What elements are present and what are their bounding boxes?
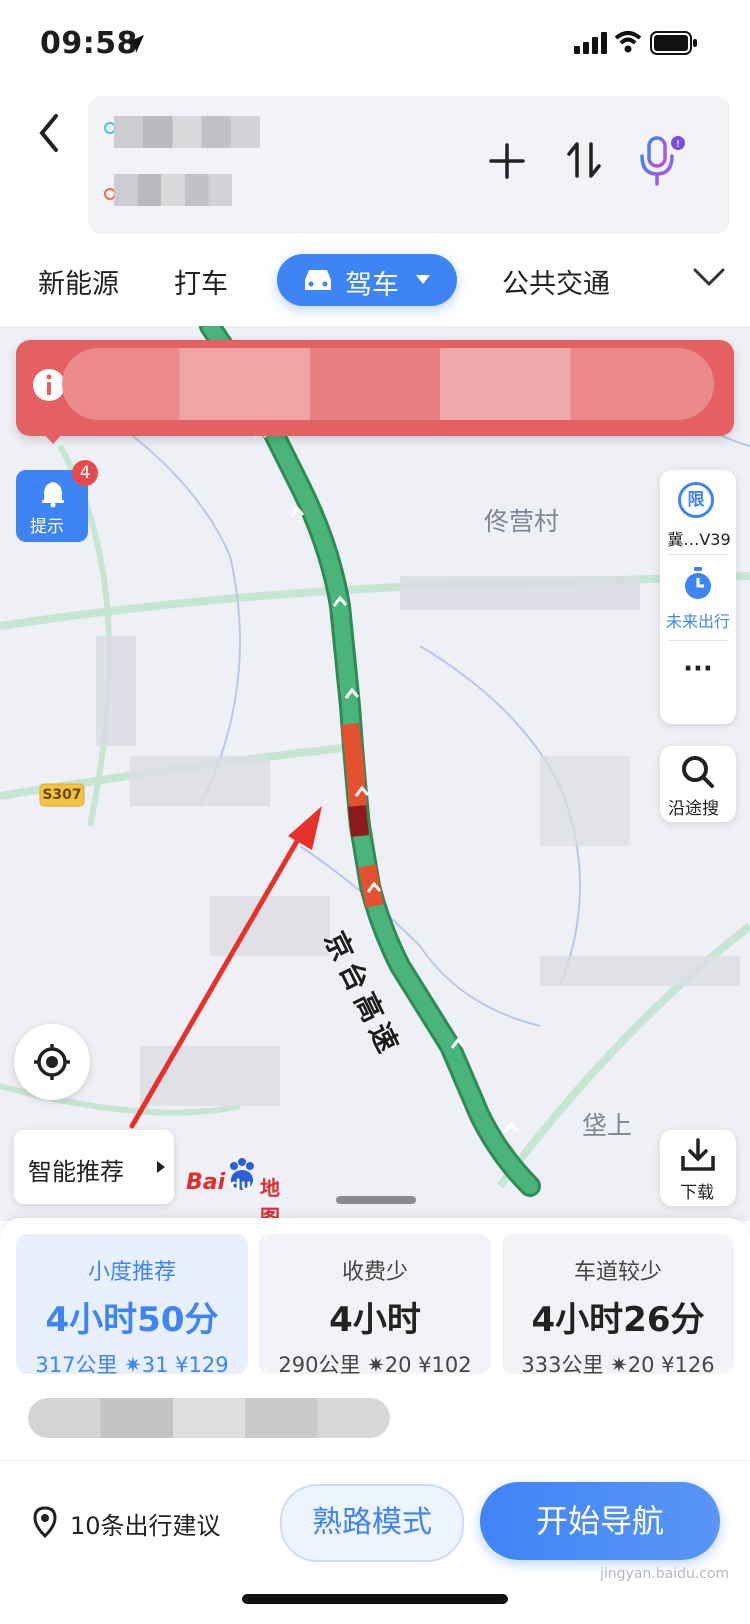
- route-label: 收费少: [341, 1260, 408, 1285]
- route-card-fewer-lanes[interactable]: 车道较少 4小时26分 333公里 ✷20 ¥126: [502, 1234, 734, 1377]
- locate-button[interactable]: [14, 1024, 90, 1100]
- restriction-plate-text[interactable]: 冀…V39: [664, 526, 734, 550]
- logo-text-bai: Bai: [186, 1170, 226, 1195]
- location-arrow-icon: [126, 35, 144, 53]
- logo-text-du: du: [230, 1176, 252, 1194]
- search-along-button[interactable]: 沿途搜: [660, 746, 736, 822]
- tips-badge: 4: [72, 460, 98, 486]
- voice-mic-icon[interactable]: !: [636, 134, 688, 188]
- route-duration: 4小时50分: [45, 1300, 219, 1340]
- restriction-icon[interactable]: 限: [678, 482, 714, 518]
- search-icon: [682, 756, 714, 788]
- route-distance: 317公里: [35, 1353, 118, 1377]
- route-toll: ¥102: [418, 1353, 472, 1377]
- alert-pointer: [42, 432, 64, 444]
- route-details: 333公里 ✷20 ¥126: [502, 1349, 734, 1379]
- stopwatch-icon[interactable]: [682, 566, 714, 600]
- traffic-light-icon: ✷: [124, 1353, 142, 1377]
- chevron-down-icon[interactable]: [692, 266, 726, 290]
- route-card-recommended[interactable]: 小度推荐 4小时50分 317公里 ✷31 ¥129: [16, 1234, 248, 1377]
- swap-route-icon[interactable]: [566, 140, 602, 180]
- caret-right-icon: [157, 1161, 165, 1173]
- route-distance: 333公里: [521, 1353, 604, 1377]
- svg-text:!: !: [676, 139, 680, 150]
- smart-recommend-button[interactable]: 智能推荐: [14, 1130, 174, 1204]
- back-button[interactable]: [30, 108, 70, 158]
- search-along-label: 沿途搜: [668, 799, 719, 819]
- route-label: 车道较少: [573, 1260, 662, 1285]
- tab-taxi[interactable]: 打车: [174, 262, 228, 301]
- traffic-light-icon: ✷: [367, 1353, 385, 1377]
- route-duration: 4小时: [329, 1300, 421, 1340]
- start-navigation-button[interactable]: 开始导航: [480, 1482, 720, 1560]
- route-lights: 31: [141, 1353, 169, 1377]
- caret-down-icon: [416, 275, 430, 284]
- map-view[interactable]: S307 佟营村 垡上 京台高速: [0, 326, 750, 1221]
- route-duration: 4小时26分: [531, 1300, 705, 1340]
- transport-tabs: 新能源 打车 驾车 公共交通: [0, 246, 750, 326]
- end-location-field[interactable]: [114, 174, 232, 206]
- more-icon[interactable]: ···: [660, 654, 736, 684]
- tab-drive-label: 驾车: [345, 270, 399, 301]
- route-lights: 20: [627, 1353, 655, 1377]
- sheet-handle[interactable]: [336, 1196, 416, 1204]
- route-lights: 20: [384, 1353, 412, 1377]
- tips-label: 提示: [30, 517, 64, 537]
- traffic-alert-banner[interactable]: [16, 340, 734, 444]
- travel-suggestions-link[interactable]: 10条出行建议: [70, 1506, 221, 1541]
- status-bar: 09:58: [0, 0, 750, 90]
- route-label: 小度推荐: [87, 1260, 176, 1285]
- crosshair-icon: [34, 1044, 70, 1080]
- download-label: 下载: [680, 1183, 714, 1203]
- battery-icon: [650, 31, 697, 55]
- route-toll: ¥126: [661, 1353, 715, 1377]
- signal-icon: [574, 32, 607, 54]
- download-button[interactable]: 下载: [660, 1130, 736, 1206]
- annotation-arrow: [129, 806, 322, 1129]
- start-location-field[interactable]: [114, 116, 260, 148]
- divider: [668, 640, 728, 641]
- route-distance: 290公里: [278, 1353, 361, 1377]
- tab-public-transit[interactable]: 公共交通: [502, 262, 610, 301]
- location-pin-icon: [33, 1506, 57, 1538]
- footer-divider: [0, 1460, 750, 1461]
- add-waypoint-icon[interactable]: [488, 142, 526, 180]
- route-details: 290公里 ✷20 ¥102: [259, 1349, 491, 1379]
- route-description-blurred: [28, 1398, 390, 1438]
- bell-icon: [42, 482, 64, 508]
- traffic-light-icon: ✷: [610, 1353, 628, 1377]
- route-input-box[interactable]: !: [88, 96, 730, 234]
- car-icon: [305, 270, 331, 290]
- smart-recommend-label: 智能推荐: [28, 1158, 124, 1186]
- route-toll: ¥129: [175, 1353, 229, 1377]
- alert-text-blurred: [62, 348, 714, 420]
- familiar-route-mode-button[interactable]: 熟路模式: [280, 1484, 464, 1562]
- info-icon: [33, 369, 65, 401]
- map-side-panel: 限 冀…V39 未来出行 ···: [660, 470, 736, 724]
- route-details: 317公里 ✷31 ¥129: [16, 1349, 248, 1379]
- wifi-icon: [614, 31, 642, 53]
- tab-drive[interactable]: 驾车: [277, 254, 457, 306]
- route-card-less-toll[interactable]: 收费少 4小时 290公里 ✷20 ¥102: [259, 1234, 491, 1377]
- route-sheet: 小度推荐 4小时50分 317公里 ✷31 ¥129 收费少 4小时 290公里…: [0, 1196, 750, 1624]
- divider: [668, 554, 728, 555]
- home-indicator[interactable]: [242, 1594, 508, 1604]
- tab-new-energy[interactable]: 新能源: [38, 262, 119, 301]
- future-trip-label[interactable]: 未来出行: [662, 608, 734, 632]
- watermark: jingyan.baidu.com: [600, 1566, 730, 1582]
- download-icon: [681, 1138, 715, 1171]
